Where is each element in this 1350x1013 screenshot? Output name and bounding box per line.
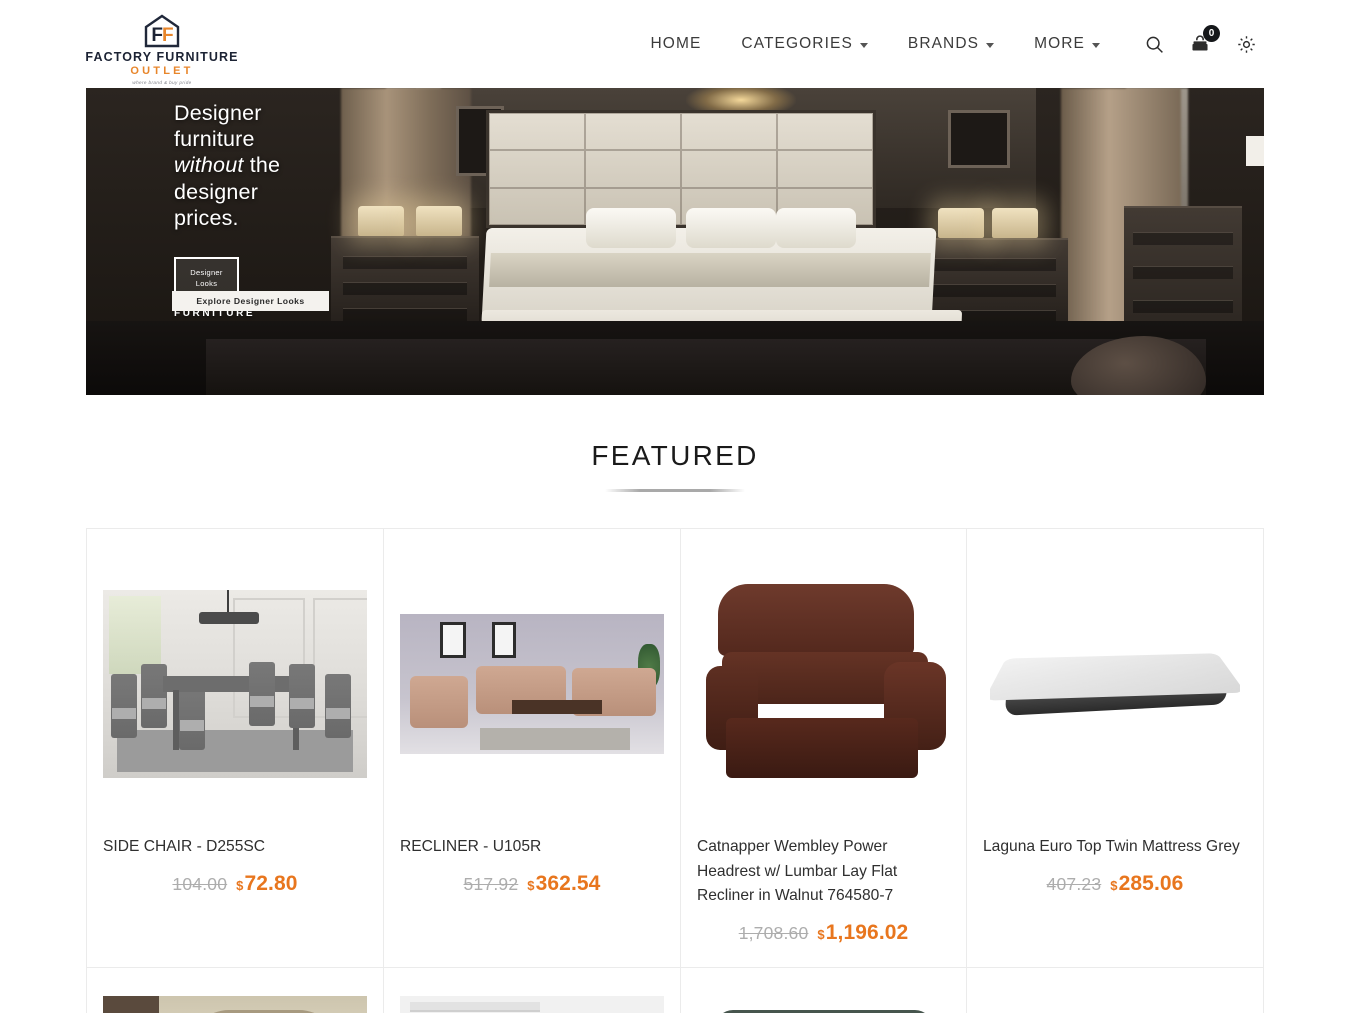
product-title: Laguna Euro Top Twin Mattress Grey bbox=[983, 838, 1240, 855]
explore-designer-looks-button[interactable]: Explore Designer Looks bbox=[172, 291, 329, 311]
nav-label-brands: BRANDS bbox=[907, 35, 980, 52]
cart-icon[interactable]: 0 bbox=[1188, 25, 1220, 56]
product-image bbox=[697, 559, 950, 809]
product-image bbox=[983, 995, 1247, 1013]
product-image bbox=[400, 559, 664, 809]
featured-product-grid: SIDE CHAIR - D255SC 104.00 $72.80 RECLIN… bbox=[86, 528, 1264, 1013]
product-price-sale-value: 362.54 bbox=[535, 871, 601, 895]
product-price-sale-value: 72.80 bbox=[244, 871, 298, 895]
product-image bbox=[103, 995, 367, 1013]
logo-company-name: FACTORY FURNITURE bbox=[85, 50, 239, 64]
hero-headline-emphasis: without bbox=[174, 153, 244, 178]
product-card[interactable] bbox=[87, 967, 384, 1013]
hero-headline-line4: designer bbox=[174, 179, 259, 204]
product-image bbox=[103, 559, 367, 809]
designer-looks-line2: Looks bbox=[195, 278, 218, 288]
product-price-sale-value: 285.06 bbox=[1118, 871, 1184, 895]
nav-item-home[interactable]: HOME bbox=[631, 35, 722, 53]
currency-symbol: $ bbox=[527, 877, 535, 893]
designer-looks-line1: Designer bbox=[190, 268, 223, 278]
header-icon-group: 0 bbox=[1142, 25, 1258, 56]
product-card[interactable] bbox=[384, 967, 681, 1013]
logo-tagline: where brand & buy pride bbox=[132, 80, 192, 85]
site-header: FF FACTORY FURNITURE OUTLET where brand … bbox=[0, 0, 1350, 88]
chevron-down-icon bbox=[986, 42, 995, 48]
hero-headline-line1: Designer bbox=[174, 101, 262, 125]
chevron-down-icon bbox=[859, 42, 868, 48]
product-price-original: 1,708.60 bbox=[738, 922, 809, 943]
product-card[interactable] bbox=[681, 967, 967, 1013]
product-card[interactable]: RECLINER - U105R 517.92 $362.54 bbox=[384, 529, 681, 968]
product-card[interactable] bbox=[967, 967, 1263, 1013]
product-price-row: 1,708.60 $1,196.02 bbox=[697, 921, 950, 945]
featured-underline bbox=[605, 489, 745, 492]
hero-headline: Designer furniture without the designer … bbox=[174, 100, 474, 231]
product-title: SIDE CHAIR - D255SC bbox=[103, 838, 266, 855]
product-price-original: 104.00 bbox=[172, 873, 228, 894]
featured-heading: FEATURED bbox=[591, 440, 759, 471]
product-card[interactable]: SIDE CHAIR - D255SC 104.00 $72.80 bbox=[87, 529, 384, 968]
nav-label-more: MORE bbox=[1034, 35, 1085, 52]
gear-icon[interactable] bbox=[1234, 32, 1258, 56]
site-logo[interactable]: FF FACTORY FURNITURE OUTLET where brand … bbox=[85, 14, 238, 85]
product-image bbox=[697, 995, 950, 1013]
product-price-sale: $1,196.02 bbox=[817, 921, 908, 945]
product-price-row: 517.92 $362.54 bbox=[400, 872, 664, 896]
hero-headline-line2: furniture bbox=[174, 127, 255, 152]
main-navigation: HOME CATEGORIES BRANDS MORE 0 bbox=[631, 25, 1259, 56]
product-price-sale: $72.80 bbox=[236, 872, 297, 896]
product-price-row: 407.23 $285.06 bbox=[983, 872, 1247, 896]
product-card[interactable]: Laguna Euro Top Twin Mattress Grey 407.2… bbox=[967, 529, 1263, 968]
nav-item-brands[interactable]: BRANDS bbox=[888, 35, 1014, 53]
product-price-row: 104.00 $72.80 bbox=[103, 872, 367, 896]
product-price-sale: $285.06 bbox=[1110, 872, 1183, 896]
hero-headline-line3: the bbox=[243, 153, 281, 178]
product-card[interactable]: Catnapper Wembley Power Headrest w/ Lumb… bbox=[681, 529, 967, 968]
logo-monogram-right: F bbox=[162, 25, 174, 46]
nav-label-categories: CATEGORIES bbox=[741, 35, 853, 52]
product-price-original: 407.23 bbox=[1046, 873, 1102, 894]
featured-section-header: FEATURED bbox=[0, 395, 1350, 492]
currency-symbol: $ bbox=[1110, 877, 1118, 893]
cart-count-badge: 0 bbox=[1203, 25, 1220, 42]
nav-label-home: HOME bbox=[650, 35, 702, 52]
product-price-sale-value: 1,196.02 bbox=[825, 920, 909, 944]
hero-headline-line5: prices. bbox=[174, 205, 239, 230]
product-price-original: 517.92 bbox=[463, 873, 519, 894]
logo-house-icon: FF bbox=[141, 14, 183, 48]
hero-banner[interactable]: Designer furniture without the designer … bbox=[86, 88, 1264, 395]
currency-symbol: $ bbox=[817, 926, 825, 942]
hero-carousel-next-control[interactable] bbox=[1246, 136, 1264, 166]
search-icon[interactable] bbox=[1142, 32, 1166, 56]
product-image bbox=[400, 995, 664, 1013]
chevron-down-icon bbox=[1092, 42, 1100, 48]
product-price-sale: $362.54 bbox=[527, 872, 600, 896]
product-title: Catnapper Wembley Power Headrest w/ Lumb… bbox=[697, 838, 898, 905]
logo-outlet-word: OUTLET bbox=[130, 65, 194, 77]
logo-monogram-left: F bbox=[151, 25, 163, 46]
nav-item-categories[interactable]: CATEGORIES bbox=[721, 35, 887, 53]
product-title: RECLINER - U105R bbox=[400, 838, 542, 855]
hero-copy: Designer furniture without the designer … bbox=[174, 100, 474, 319]
nav-item-more[interactable]: MORE bbox=[1014, 35, 1120, 53]
product-image bbox=[983, 559, 1247, 809]
currency-symbol: $ bbox=[236, 877, 244, 893]
